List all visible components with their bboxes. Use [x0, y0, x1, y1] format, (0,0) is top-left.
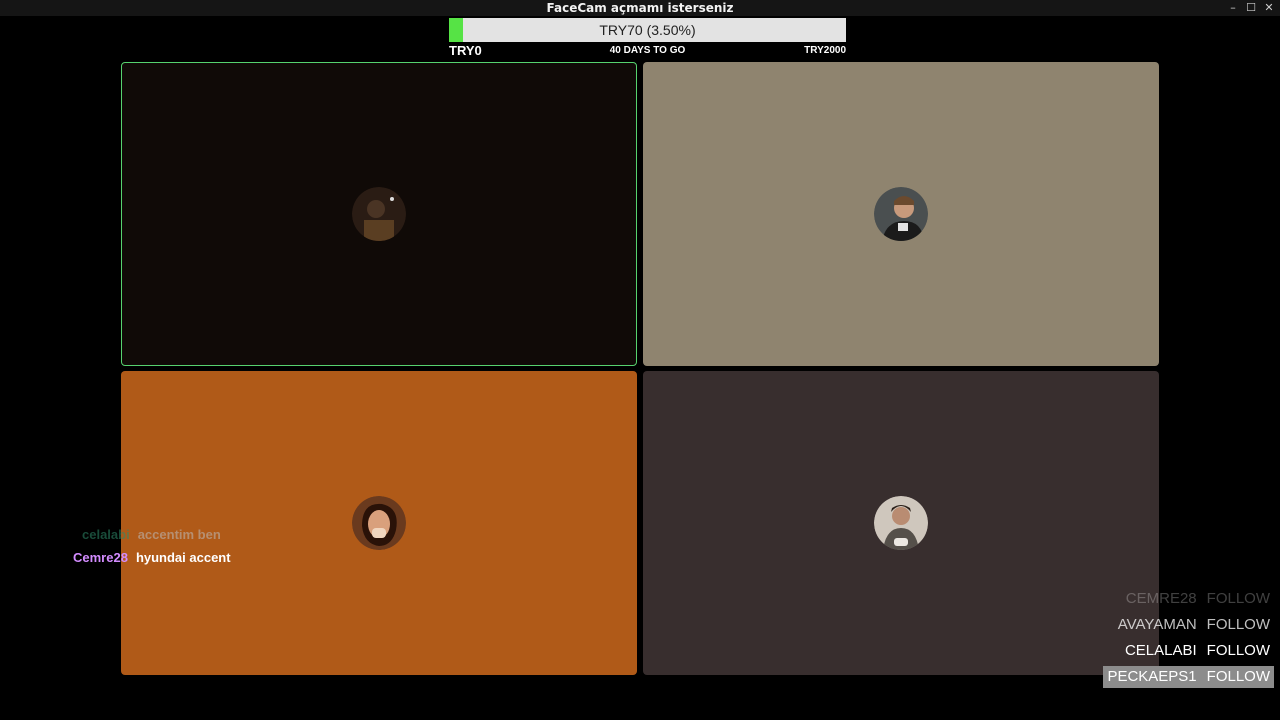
follow-username: CELALABI [1124, 642, 1197, 659]
chat-message: Cemre28 hyundai accent [73, 550, 231, 565]
video-tile-1[interactable] [121, 62, 637, 366]
follow-item: CEMRE28 FOLLOW [1122, 588, 1274, 610]
close-icon[interactable]: ✕ [1262, 0, 1276, 16]
follow-username: PECKAEPS1 [1107, 668, 1197, 685]
title-bar: FaceCam açmamı isterseniz – ☐ ✕ [0, 0, 1280, 16]
video-tile-2[interactable] [643, 62, 1159, 366]
follow-item: CELALABI FOLLOW [1121, 640, 1274, 662]
goal-days-label: 40 DAYS TO GO [609, 45, 686, 56]
follow-action: FOLLOW [1206, 642, 1270, 659]
participant-avatar [352, 496, 406, 550]
window-controls: – ☐ ✕ [1226, 0, 1276, 16]
goal-max-label: TRY2000 [804, 45, 846, 56]
follow-username: AVAYAMAN [1117, 616, 1197, 633]
goal-progress-bar: TRY70 (3.50%) [449, 18, 846, 42]
participant-avatar [874, 496, 928, 550]
participant-avatar [352, 187, 406, 241]
participant-avatar [874, 187, 928, 241]
follow-action: FOLLOW [1206, 590, 1270, 607]
chat-username: celalabi [82, 527, 130, 542]
minimize-icon[interactable]: – [1226, 0, 1240, 16]
chat-text: hyundai accent [135, 550, 231, 565]
follow-item: AVAYAMAN FOLLOW [1114, 614, 1274, 636]
goal-label: TRY70 (3.50%) [599, 22, 696, 38]
chat-text: accentim ben [137, 527, 221, 542]
follow-item: PECKAEPS1 FOLLOW [1103, 666, 1274, 688]
follow-action: FOLLOW [1206, 668, 1270, 685]
follow-action: FOLLOW [1206, 616, 1270, 633]
maximize-icon[interactable]: ☐ [1244, 0, 1258, 16]
video-tile-3[interactable] [121, 371, 637, 675]
chat-username: Cemre28 [73, 550, 128, 565]
chat-message: celalabi accentim ben [82, 527, 221, 542]
follow-username: CEMRE28 [1125, 590, 1197, 607]
video-tile-4[interactable] [643, 371, 1159, 675]
window-title: FaceCam açmamı isterseniz [546, 1, 734, 15]
